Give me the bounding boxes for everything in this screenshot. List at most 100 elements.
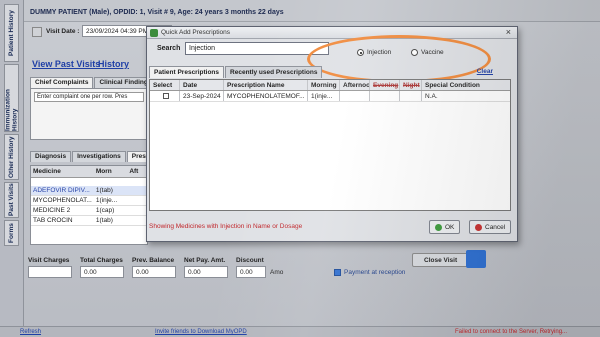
dialog-title: Quick Add Prescriptions <box>161 29 231 36</box>
prev-balance-field[interactable]: 0.00 <box>132 266 176 278</box>
payment-at-reception-label: Payment at reception <box>344 269 406 276</box>
tab-patient-prescriptions[interactable]: Patient Prescriptions <box>149 66 225 78</box>
table-row[interactable]: ADEFOVIR DIPIV... 1(tab) <box>31 186 147 196</box>
status-bar: Refresh Invite friends to Download MyOPD… <box>0 326 600 337</box>
net-pay-label: Net Pay. Amt. <box>184 257 226 264</box>
medicine-table: Medicine Morn Aft ADEFOVIR DIPIV... 1(ta… <box>30 165 148 245</box>
visit-charges-field[interactable] <box>28 266 72 278</box>
select-cell <box>150 91 180 101</box>
visit-charges-label: Visit Charges <box>28 257 70 264</box>
column-header: Evening <box>370 80 400 90</box>
add-user-icon[interactable] <box>466 250 486 268</box>
table-row[interactable]: MYCOPHENOLAT... 1(inje... <box>31 196 147 206</box>
tab-immunization-history[interactable]: Immunization History <box>4 64 19 132</box>
refresh-link[interactable]: Refresh <box>20 329 41 335</box>
complaint-input[interactable]: Enter complaint one per row. Pres <box>34 92 144 102</box>
close-icon[interactable]: × <box>506 27 511 37</box>
complaint-panel: Enter complaint one per row. Pres <box>30 88 148 140</box>
column-header: Special Condition <box>425 82 480 89</box>
total-charges-label: Total Charges <box>80 257 123 264</box>
medicine-afternoon <box>127 206 147 215</box>
cancel-label: Cancel <box>485 223 506 231</box>
tab-forms[interactable]: Forms <box>4 220 19 246</box>
medicine-afternoon <box>127 216 147 225</box>
grid-header: Select Date Prescription Name Morning Af… <box>150 80 510 91</box>
view-past-visits-link[interactable]: View Past Visits <box>32 59 100 69</box>
prescription-name-cell: MYCOPHENOLATEMOF... <box>224 91 308 101</box>
discount-field[interactable]: 0.00 <box>236 266 266 278</box>
cancel-icon <box>475 223 482 231</box>
medicine-morning: 1(cap) <box>95 207 115 214</box>
check-icon <box>435 223 442 231</box>
prescription-grid: Select Date Prescription Name Morning Af… <box>149 79 511 211</box>
medicine-name: MYCOPHENOLAT... <box>33 197 92 204</box>
calendar-icon[interactable] <box>32 27 42 37</box>
rx-tabs: Diagnosis Investigations Prescrip <box>30 151 163 162</box>
medicine-name: TAB CROCIN <box>33 217 73 224</box>
column-header: Aft <box>129 168 139 175</box>
search-label: Search <box>157 45 181 52</box>
tab-past-visits[interactable]: Past Visits <box>4 182 19 218</box>
tab-diagnosis[interactable]: Diagnosis <box>30 151 72 162</box>
search-input[interactable]: Injection <box>185 42 329 55</box>
special-condition-cell: N.A. <box>425 93 438 100</box>
evening-cell <box>370 91 400 101</box>
column-header: Morn <box>95 168 112 175</box>
tab-patient-history[interactable]: Patient History <box>4 4 19 62</box>
medicine-table-header: Medicine Morn Aft <box>31 166 147 178</box>
tab-chief-complaints[interactable]: Chief Complaints <box>30 77 94 88</box>
clear-link[interactable]: Clear <box>477 68 493 75</box>
ok-button[interactable]: OK <box>429 220 461 234</box>
annotation-highlight-ring <box>307 35 491 83</box>
afternoon-cell <box>340 91 370 101</box>
patient-header: DUMMY PATIENT (Male), OPDID: 1, Visit # … <box>24 0 600 22</box>
medicine-name: MEDICINE 2 <box>33 207 71 214</box>
column-header: Date <box>180 80 224 90</box>
discount-unit-select[interactable]: Amo <box>270 269 283 276</box>
patient-title: DUMMY PATIENT (Male), OPDID: 1, Visit # … <box>30 9 284 16</box>
column-header: Morning <box>308 80 340 90</box>
tab-investigations[interactable]: Investigations <box>72 151 126 162</box>
total-charges-field[interactable]: 0.00 <box>80 266 124 278</box>
medicine-name: ADEFOVIR DIPIV... <box>33 187 90 194</box>
medicine-morning: 1(tab) <box>95 217 113 224</box>
column-header: Afternoon <box>340 80 370 90</box>
billing-panel: Visit Charges Total Charges 0.00 Prev. B… <box>24 250 600 322</box>
select-checkbox[interactable] <box>163 93 169 99</box>
medicine-morning: 1(tab) <box>95 187 113 194</box>
ok-label: OK <box>445 223 455 231</box>
medicine-afternoon <box>127 186 147 195</box>
cancel-button[interactable]: Cancel <box>469 220 512 234</box>
invite-link[interactable]: Invite friends to Download MyOPD <box>155 329 247 335</box>
night-cell <box>400 91 422 101</box>
dialog-title-bar: Quick Add Prescriptions × <box>147 27 517 39</box>
dialog-tabs: Patient Prescriptions Recently used Pres… <box>149 66 323 78</box>
medicine-afternoon <box>127 196 147 205</box>
visit-date-label: Visit Date : <box>46 28 80 35</box>
table-row[interactable]: 23-Sep-2024 MYCOPHENOLATEMOF... 1(inje..… <box>150 91 510 102</box>
history-link[interactable]: History <box>98 59 129 69</box>
net-pay-field[interactable]: 0.00 <box>184 266 228 278</box>
column-header: Select <box>150 80 180 90</box>
left-tab-strip: Patient History Immunization History Oth… <box>0 0 24 330</box>
prev-balance-label: Prev. Balance <box>132 257 175 264</box>
morning-cell: 1(inje... <box>308 91 340 101</box>
payment-checkbox[interactable] <box>334 269 341 276</box>
column-header: Night <box>400 80 422 90</box>
discount-label: Discount <box>236 257 264 264</box>
column-header: Prescription Name <box>224 80 308 90</box>
tab-recently-used[interactable]: Recently used Prescriptions <box>225 66 323 78</box>
table-spacer <box>31 178 147 186</box>
table-row[interactable]: MEDICINE 2 1(cap) <box>31 206 147 216</box>
date-cell: 23-Sep-2024 <box>180 91 224 101</box>
table-row[interactable]: TAB CROCIN 1(tab) <box>31 216 147 226</box>
complaint-tabs: Chief Complaints Clinical Findings <box>30 77 157 88</box>
close-visit-label: Close Visit <box>424 257 458 264</box>
quick-add-prescriptions-dialog: Quick Add Prescriptions × Search Injecti… <box>146 26 518 242</box>
connection-error-text: Failed to connect to the Server, Retryin… <box>455 329 568 335</box>
tab-other-history[interactable]: Other History <box>4 134 19 180</box>
dialog-status-message: Showing Medicines with Injection in Name… <box>149 223 303 230</box>
column-header: Medicine <box>33 168 61 175</box>
app-icon <box>150 29 158 37</box>
medicine-morning: 1(inje... <box>95 197 118 204</box>
